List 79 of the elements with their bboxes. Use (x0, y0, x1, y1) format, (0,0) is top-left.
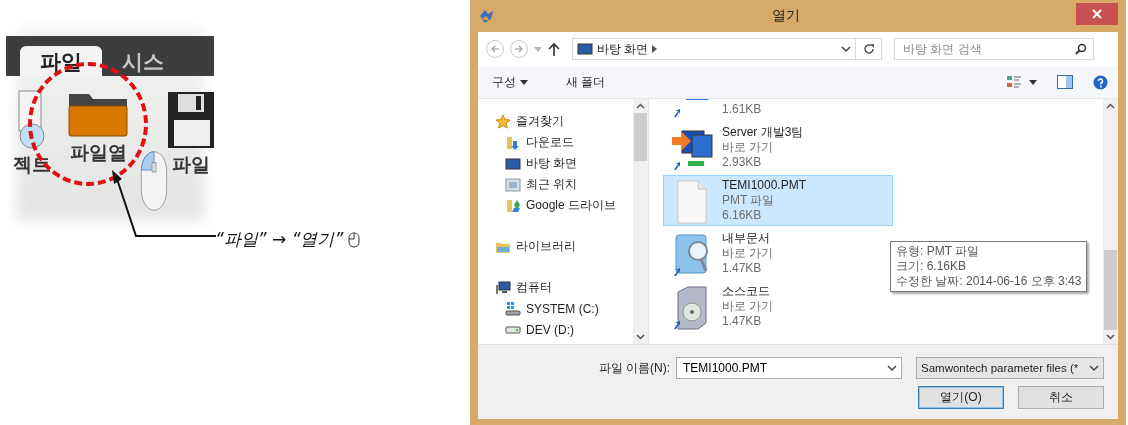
chevron-down-icon (887, 364, 897, 372)
left-arrow-icon (490, 44, 500, 54)
sidebar-item[interactable]: 컴퓨터 (516, 279, 552, 296)
tooltip-line: 수정한 날짜: 2014-06-16 오후 3:43 (896, 274, 1082, 289)
preview-pane-icon (1057, 75, 1073, 89)
chevron-down-icon (841, 45, 851, 53)
caret-icon (534, 46, 542, 52)
new-folder-button[interactable]: 새 폴더 (562, 71, 610, 93)
sidebar-item[interactable]: 바탕 화면 (526, 155, 578, 172)
file-name-combo-box[interactable]: TEMI1000.PMT (676, 357, 902, 379)
file-type: 바로 가기 (722, 246, 774, 261)
address-path[interactable]: 바탕 화면 (597, 40, 649, 58)
chevron-down-icon (1089, 364, 1099, 372)
file-item[interactable]: 1.61KB (663, 99, 893, 120)
file-size: 1.47KB (722, 314, 763, 329)
file-size: 1.61KB (722, 102, 762, 117)
toolbar-icon (18, 90, 46, 150)
file-size: 2.93KB (722, 155, 763, 170)
file-name: Server 개발3팀 (722, 125, 804, 140)
refresh-icon (862, 43, 875, 55)
window-title: 열기 (771, 7, 801, 25)
scrollbar[interactable] (633, 99, 648, 344)
sidebar-item[interactable]: 즐겨찾기 (516, 113, 564, 130)
sidebar-item[interactable]: Google 드라이브 (526, 197, 617, 214)
tooltip-line: 크기: 6.16KB (896, 259, 968, 274)
up-arrow-icon (548, 42, 560, 56)
scrollbar-thumb[interactable] (1104, 250, 1117, 330)
monitor-icon (577, 41, 593, 57)
toolbar-label: 파일 (172, 152, 210, 177)
cancel-button[interactable]: 취소 (1018, 386, 1104, 409)
right-arrow-icon (514, 44, 524, 54)
file-name: TEMI1000.PMT (722, 178, 807, 193)
scrollbar-thumb[interactable] (634, 113, 647, 161)
drive-icon (505, 300, 521, 317)
monitor-icon (505, 155, 521, 172)
sidebar-item[interactable]: SYSTEM (C:) (526, 301, 599, 316)
search-box[interactable]: 바탕 화면 검색 (894, 38, 1094, 60)
file-item[interactable]: TEMI1000.PMT PMT 파일 6.16KB (663, 175, 893, 226)
scrollbar[interactable] (1103, 99, 1118, 344)
file-type: PMT 파일 (722, 193, 776, 208)
file-name-label: 파일 이름(N): (598, 359, 670, 377)
toolbar-label: 파일열 (69, 140, 127, 165)
sidebar-item[interactable]: 라이브러리 (516, 238, 576, 255)
tooltip-line: 유형: PMT 파일 (896, 244, 981, 259)
mouse-icon (140, 150, 168, 212)
open-button[interactable]: 열기(O) (918, 386, 1004, 409)
folder-icon (505, 197, 521, 214)
organize-menu[interactable]: 구성 (488, 71, 532, 93)
back-button[interactable] (486, 40, 504, 58)
file-type-dropdown[interactable]: Samwontech parameter files (* (916, 357, 1104, 379)
search-icon (1075, 43, 1087, 55)
recent-places-icon (505, 176, 521, 193)
download-folder-icon (505, 134, 521, 151)
close-button[interactable] (1076, 3, 1118, 25)
help-icon (1093, 74, 1108, 90)
file-size: 6.16KB (722, 208, 763, 223)
menu-tab[interactable]: 시스 (102, 46, 184, 76)
sidebar-item[interactable]: DEV (D:) (526, 322, 574, 337)
file-item[interactable]: 내부문서 바로 가기 1.47KB (663, 228, 893, 279)
file-item[interactable]: 소스코드 바로 가기 1.47KB (663, 281, 893, 332)
sidebar-item[interactable]: 다운로드 (526, 134, 574, 151)
chevron-icon (652, 45, 658, 53)
address-bar[interactable]: 바탕 화면 (572, 38, 882, 60)
drive-icon (505, 325, 521, 334)
instruction-caption: “파일” → “열기” (215, 228, 344, 251)
file-name: 소스코드 (722, 284, 771, 299)
sidebar-item[interactable]: 최근 위치 (526, 176, 578, 193)
forward-button[interactable] (510, 40, 528, 58)
file-item[interactable]: Server 개발3팀 바로 가기 2.93KB (663, 122, 893, 173)
file-type: 바로 가기 (722, 299, 774, 314)
file-type: 바로 가기 (722, 140, 775, 155)
caret-icon (520, 79, 528, 85)
file-size: 1.47KB (722, 261, 763, 276)
star-icon (495, 113, 511, 130)
mouse-icon (347, 231, 362, 248)
file-name: 내부문서 (722, 231, 771, 246)
view-options-icon (1007, 75, 1037, 89)
computer-icon (495, 279, 511, 296)
close-icon (1092, 9, 1102, 19)
